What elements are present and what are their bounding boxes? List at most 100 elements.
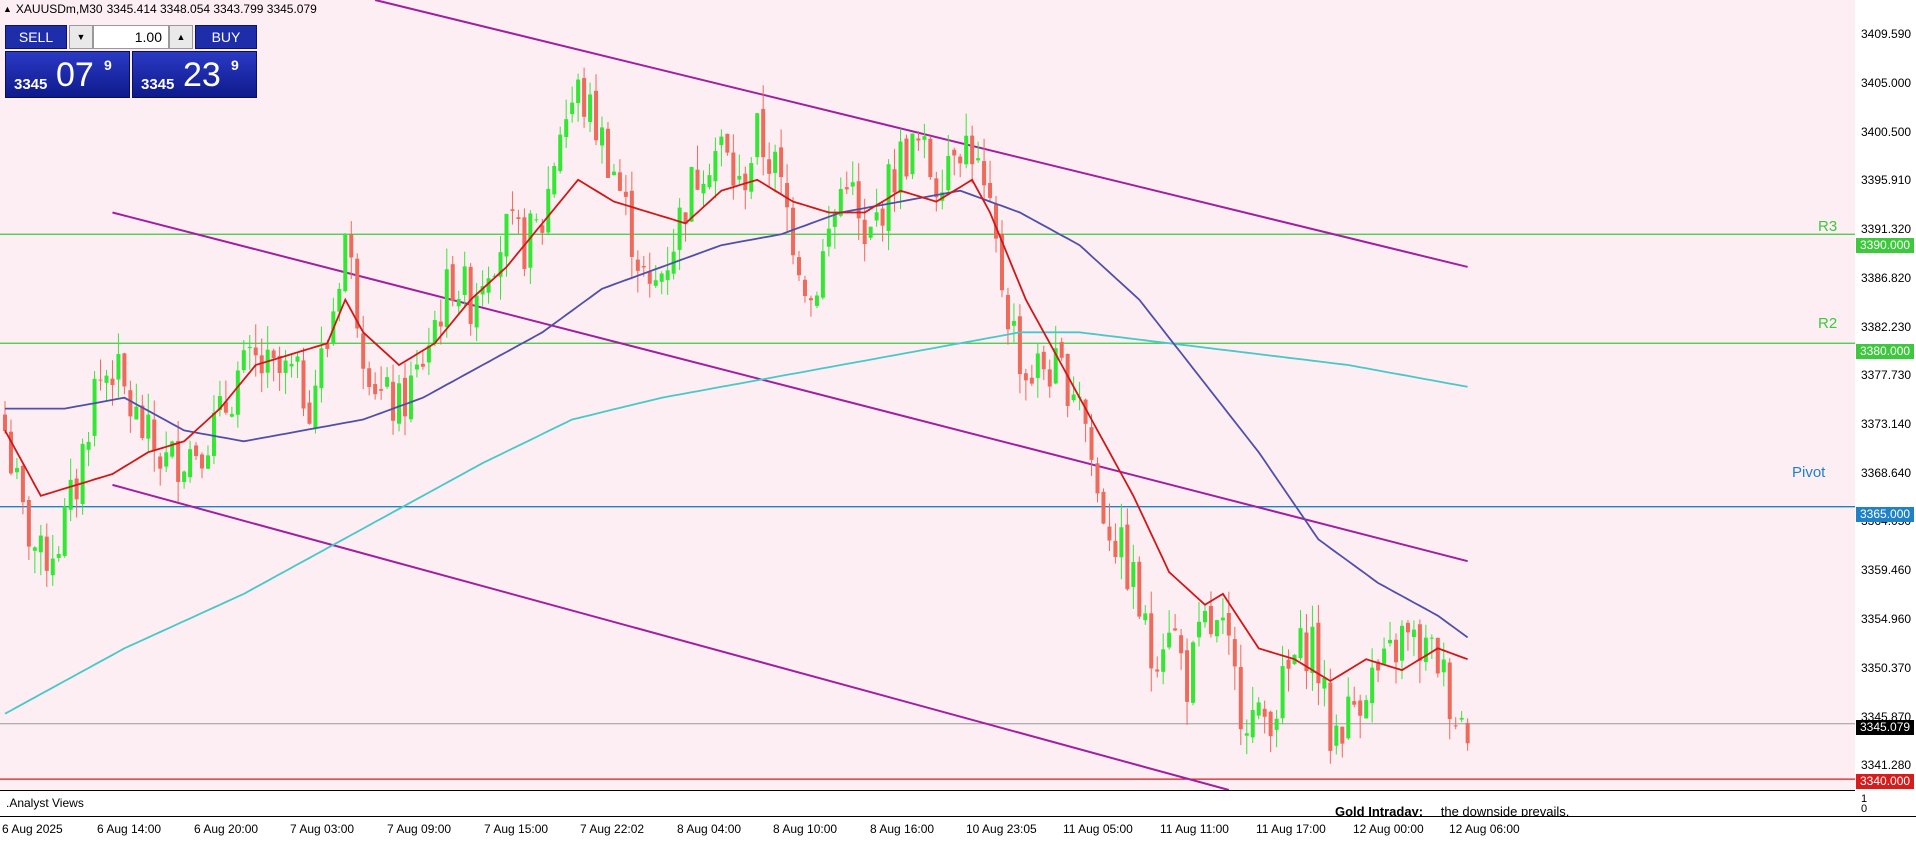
candle-body [116,354,121,380]
candle-body [80,443,85,505]
candle-body [211,412,216,456]
candle-body [737,175,742,180]
price-tick: 3377.730 [1861,368,1912,382]
time-label: 8 Aug 04:00 [677,822,742,836]
candle-body [910,133,915,175]
candle-body [731,152,736,186]
price-tick: 3409.590 [1861,27,1912,41]
candle-body [510,209,515,211]
time-axis[interactable]: 6 Aug 2025 6 Aug 14:00 6 Aug 20:00 7 Aug… [0,816,1916,841]
time-label: 7 Aug 03:00 [290,822,355,836]
lot-decrease-icon[interactable]: ▼ [69,25,93,49]
price-tick: 3341.280 [1861,758,1912,772]
candle-body [1155,669,1160,672]
ask-price-button[interactable]: 3345 23 9 [132,51,257,98]
candle-body [946,155,951,191]
candle-body [1280,666,1285,719]
candle-body [1286,659,1291,669]
lot-increase-icon[interactable]: ▲ [169,25,193,49]
candle-body [605,128,610,178]
candle-body [1119,527,1124,558]
price-axis[interactable]: 3409.590 3405.000 3400.500 3395.910 3391… [1855,0,1916,840]
candle-body [14,467,19,473]
candle-body [1262,708,1267,717]
candle-body [1197,621,1201,638]
candle-body [408,375,413,420]
candle-body [814,295,819,306]
candle-body [755,113,760,158]
candle-body [916,138,921,141]
candle-body [558,134,563,172]
candle-body [313,385,318,428]
candle-body [1352,701,1357,705]
chart-area[interactable]: ▲ XAUUSDm,M30 3345.414 3348.054 3343.799… [0,0,1855,790]
candle-body [176,440,181,482]
candle-body [414,364,419,370]
price-tick: 3386.820 [1861,271,1912,285]
sell-button[interactable]: SELL [5,25,67,49]
candle-body [647,271,652,284]
candle-body [122,353,127,387]
candle-body [1423,637,1428,663]
candle-body [1298,628,1303,659]
candle-body [504,213,509,257]
price-tick: 3395.910 [1861,173,1912,187]
buy-button[interactable]: BUY [195,25,257,49]
moving-average-fast [4,178,1468,683]
candle-body [86,441,91,450]
candle-body [379,389,384,391]
candle-body [420,363,425,367]
candle-body [743,173,748,191]
candle-body [1173,628,1178,631]
candle-body [164,452,169,467]
candle-body [594,90,599,141]
time-label: 6 Aug 14:00 [97,822,162,836]
candle-body [20,465,25,503]
candle-body [1113,540,1118,557]
candle-body [295,356,300,362]
candle-body [635,259,640,271]
candle-body [791,207,796,256]
candle-body [44,536,49,571]
candle-body [283,360,288,373]
candle-body [928,138,933,178]
collapse-triangle-icon[interactable]: ▲ [3,4,12,14]
candle-body [1149,613,1154,669]
candle-body [1226,613,1231,636]
price-tick: 3368.640 [1861,466,1912,480]
candle-body [74,478,79,500]
bid-price-button[interactable]: 3345 07 9 [5,51,130,98]
candle-body [247,346,252,349]
candle-body [1208,605,1213,635]
lot-size-input[interactable]: 1.00 [93,25,169,49]
candle-body [1232,639,1237,667]
candle-body [570,102,575,115]
time-label: 10 Aug 23:05 [966,822,1037,836]
candle-body [373,384,378,395]
candle-body [1441,659,1446,673]
channel-line [112,483,1230,790]
candle-body [695,169,700,190]
time-label: 7 Aug 09:00 [387,822,452,836]
candle-body [367,368,372,388]
candle-body [1071,394,1076,401]
candle-body [32,547,37,551]
candle-body [319,348,324,389]
candle-body [146,414,151,439]
bid-price-prefix: 3345 [14,76,48,93]
symbol-label: XAUUSDm,M30 [15,2,103,16]
candle-body [516,217,521,220]
candle-body [1214,620,1219,637]
time-label: 11 Aug 05:00 [1063,822,1133,836]
candle-body [576,79,581,104]
candle-body [1041,351,1046,370]
candle-body [773,151,778,174]
candle-body [1035,353,1040,379]
candle-body [1405,622,1410,633]
price-tick: 3350.370 [1861,661,1912,675]
candle-body [1346,696,1351,739]
level-label-pivot: Pivot [1792,464,1826,481]
candle-body [653,280,658,286]
candle-body [922,136,927,140]
price-chart[interactable] [0,0,1855,790]
